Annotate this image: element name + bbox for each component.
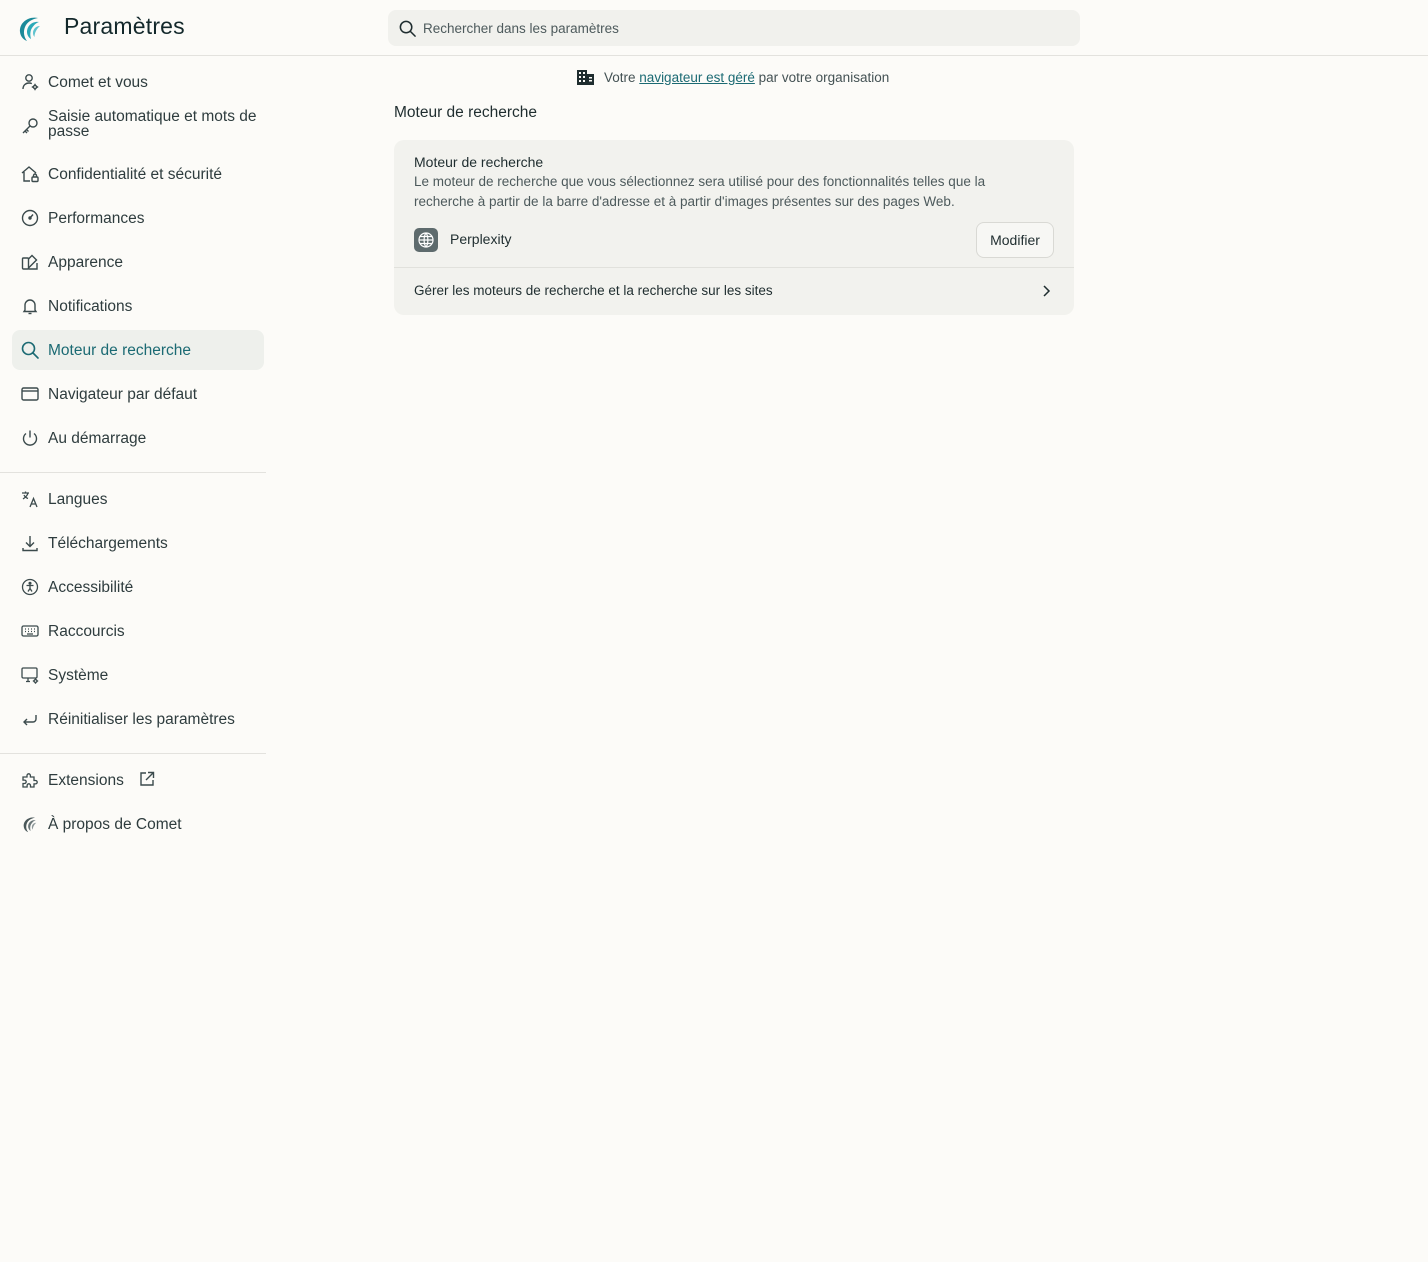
search-engine-card: Moteur de recherche Le moteur de recherc…	[394, 140, 1074, 315]
person-settings-icon	[22, 74, 39, 91]
search-icon	[399, 20, 416, 37]
sidebar-item-telechargements[interactable]: Téléchargements	[12, 523, 264, 563]
open-in-new-icon	[140, 771, 155, 786]
sidebar-item-au-demarrage[interactable]: Au démarrage	[12, 418, 264, 458]
sidebar-item-apparence[interactable]: Apparence	[12, 242, 264, 282]
sidebar-item-label: Moteur de recherche	[48, 341, 192, 359]
sidebar-item-notifications[interactable]: Notifications	[12, 286, 264, 326]
sidebar-item-label: Notifications	[48, 297, 133, 315]
manage-search-engines-label: Gérer les moteurs de recherche et la rec…	[414, 283, 773, 298]
section-title: Moteur de recherche	[394, 104, 538, 121]
puzzle-icon	[22, 773, 38, 788]
sidebar-item-a-propos[interactable]: À propos de Comet	[12, 804, 264, 844]
sidebar-item-label: Réinitialiser les paramètres	[48, 710, 235, 728]
monitor-settings-icon	[21, 667, 39, 684]
sidebar-item-label: À propos de Comet	[48, 815, 182, 833]
managed-browser-notice: Votre navigateur est géré par votre orga…	[576, 68, 889, 86]
sidebar-item-reinitialiser[interactable]: Réinitialiser les paramètres	[12, 699, 264, 739]
sidebar-item-label: Système	[48, 666, 109, 684]
sidebar-item-label: Performances	[48, 209, 145, 227]
sidebar-divider	[0, 472, 266, 473]
sidebar-item-accessibilite[interactable]: Accessibilité	[12, 567, 264, 607]
sidebar-item-navigateur-par-defaut[interactable]: Navigateur par défaut	[12, 374, 264, 414]
sidebar-item-extensions[interactable]: Extensions	[12, 760, 264, 800]
sidebar-divider	[0, 753, 266, 754]
sidebar-item-label: Extensions	[48, 771, 124, 789]
sidebar-item-systeme[interactable]: Système	[12, 655, 264, 695]
comet-logo-icon	[23, 817, 37, 833]
sidebar-item-label: Apparence	[48, 253, 123, 271]
download-icon	[22, 536, 38, 552]
sidebar-item-raccourcis[interactable]: Raccourcis	[12, 611, 264, 651]
managed-browser-link[interactable]: navigateur est géré	[639, 70, 755, 85]
sidebar-item-label: Langues	[48, 490, 108, 508]
sidebar-item-label: Confidentialité et sécurité	[48, 165, 223, 183]
selected-engine-name: Perplexity	[450, 231, 512, 247]
home-lock-icon	[21, 166, 39, 183]
managed-notice-suffix: par votre organisation	[758, 69, 890, 85]
sidebar-item-label: Comet et vous	[48, 73, 148, 91]
settings-search-input[interactable]	[421, 10, 1061, 46]
manage-search-engines-row[interactable]: Gérer les moteurs de recherche et la rec…	[394, 268, 1074, 315]
sidebar-item-performances[interactable]: Performances	[12, 198, 264, 238]
sidebar-item-saisie-automatique[interactable]: Saisie automatique et mots de passe	[12, 106, 264, 146]
key-icon	[22, 118, 38, 134]
accessibility-icon	[21, 578, 39, 596]
search-icon	[21, 341, 39, 359]
reset-icon	[23, 715, 37, 726]
settings-search-box[interactable]	[388, 10, 1080, 46]
keyboard-icon	[21, 625, 39, 637]
chevron-right-icon	[1043, 285, 1051, 297]
sidebar-item-label: Raccourcis	[48, 622, 125, 640]
translate-icon	[22, 491, 38, 508]
sidebar-item-comet-et-vous[interactable]: Comet et vous	[12, 62, 264, 102]
card-title: Moteur de recherche	[414, 154, 544, 170]
sidebar-item-label: Saisie automatique et mots de passe	[48, 108, 257, 140]
card-description: Le moteur de recherche que vous sélectio…	[414, 174, 986, 209]
sidebar-item-confidentialite[interactable]: Confidentialité et sécurité	[12, 154, 264, 194]
sidebar-item-label: Au démarrage	[48, 429, 147, 447]
sidebar-item-label: Téléchargements	[48, 534, 168, 552]
sidebar-item-langues[interactable]: Langues	[12, 479, 264, 519]
sidebar-item-label: Accessibilité	[48, 578, 134, 596]
modify-button[interactable]: Modifier	[976, 222, 1054, 258]
page-title: Paramètres	[64, 13, 185, 39]
bell-icon	[22, 299, 38, 315]
globe-icon	[414, 228, 438, 252]
gauge-icon	[21, 209, 39, 227]
comet-logo-icon	[19, 17, 40, 41]
sidebar-item-label: Navigateur par défaut	[48, 385, 198, 403]
power-icon	[22, 430, 38, 446]
top-bar: Paramètres	[0, 0, 1428, 56]
managed-notice-prefix: Votre	[604, 69, 636, 85]
palette-icon	[21, 254, 38, 270]
browser-window-icon	[21, 387, 39, 401]
sidebar-item-moteur-de-recherche[interactable]: Moteur de recherche	[12, 330, 264, 370]
building-icon	[577, 70, 594, 85]
